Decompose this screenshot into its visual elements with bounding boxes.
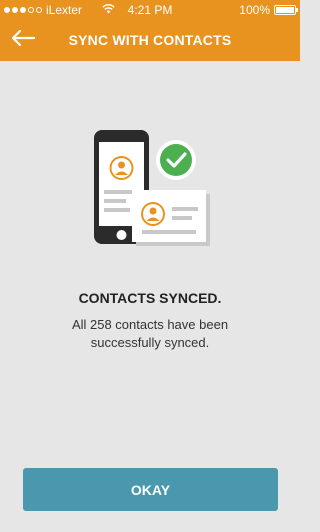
battery-fill: [276, 7, 294, 13]
sync-heading: CONTACTS SYNCED.: [78, 290, 222, 306]
contact-card-icon: [132, 190, 210, 246]
status-right: 100%: [239, 3, 298, 17]
status-bar: iLexter 4:21 PM 100%: [0, 0, 300, 20]
checkmark-icon: [156, 140, 196, 180]
sync-message: All 258 contacts have been successfully …: [71, 317, 229, 350]
nav-bar: SYNC WITH CONTACTS: [0, 20, 300, 61]
page-title: SYNC WITH CONTACTS: [68, 32, 232, 48]
battery-percentage: 100%: [239, 3, 270, 17]
okay-button[interactable]: OKAY: [23, 468, 278, 511]
battery-icon: [274, 5, 298, 15]
app-header: iLexter 4:21 PM 100% SYNC WITH CONTACTS: [0, 0, 300, 61]
sync-illustration: [80, 120, 220, 250]
